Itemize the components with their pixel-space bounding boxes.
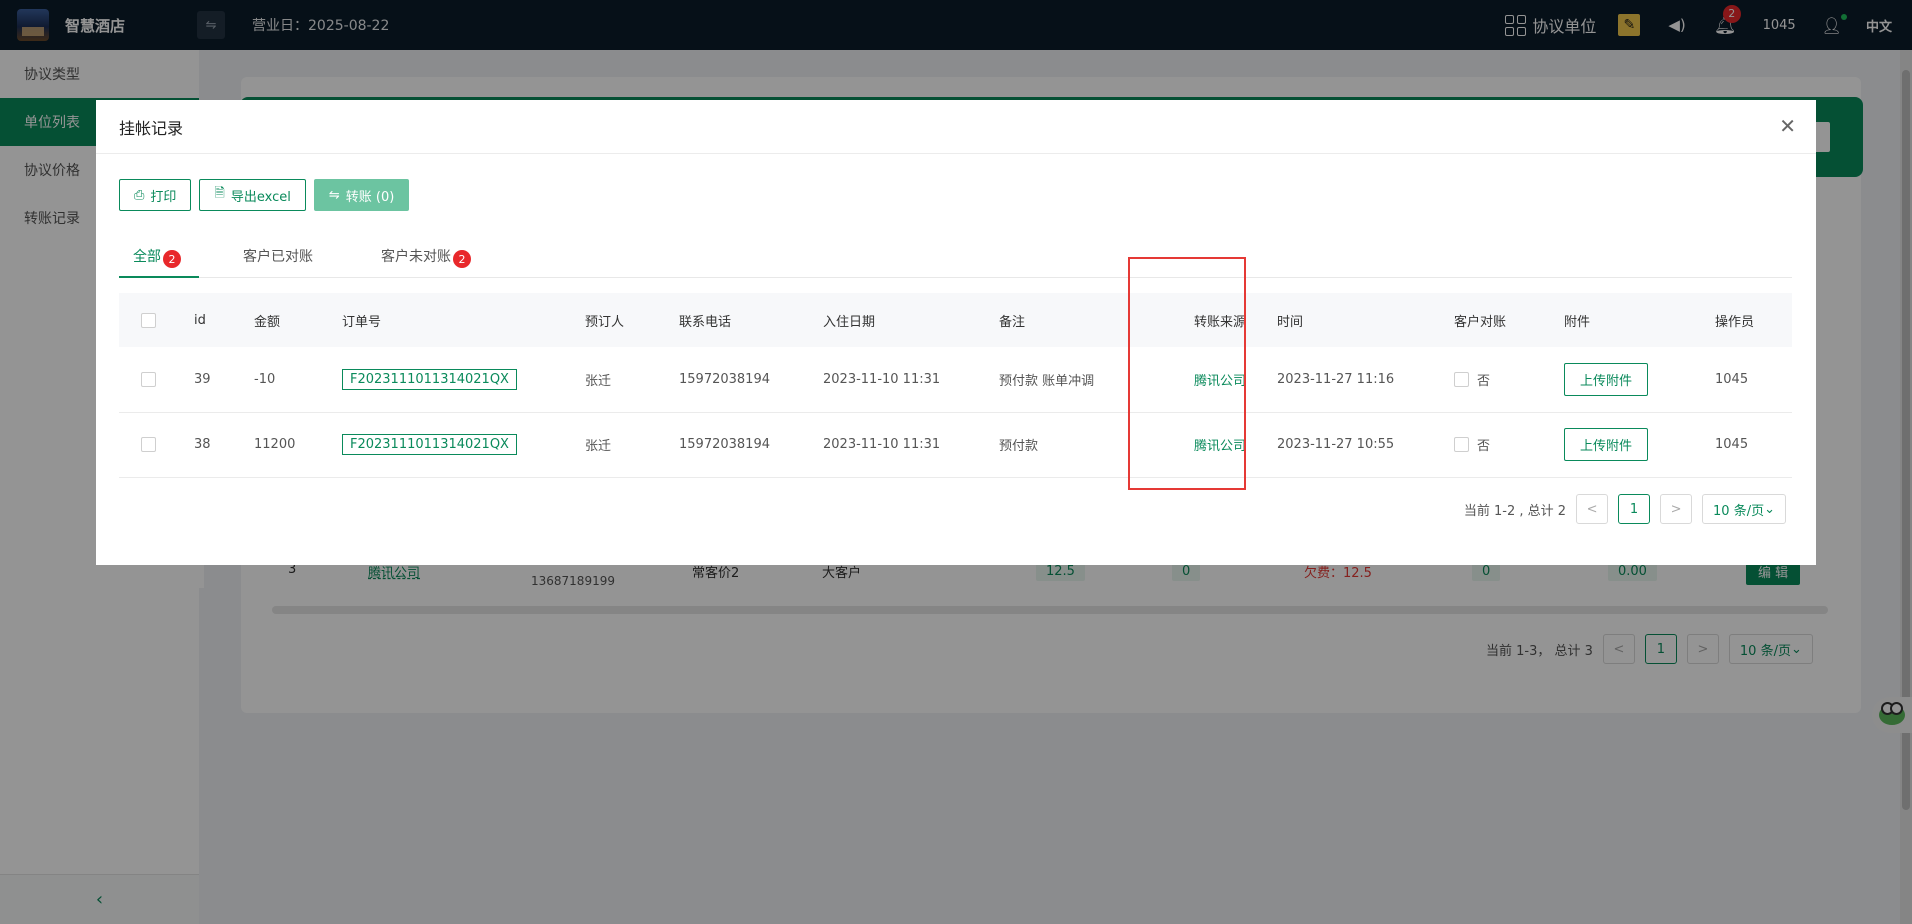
tab-badge: 2 <box>453 250 471 268</box>
export-label: 导出excel <box>230 189 291 205</box>
page-size-label: 10 条/页 <box>1713 503 1765 519</box>
close-icon[interactable]: ✕ <box>1779 116 1796 136</box>
tab-unreconciled[interactable]: 客户未对账 2 <box>381 240 471 278</box>
tab-label: 客户已对账 <box>243 249 313 265</box>
cell-id: 38 <box>194 412 254 478</box>
reconcile-checkbox[interactable] <box>1454 371 1469 387</box>
pager-page-button[interactable]: 1 <box>1618 494 1651 524</box>
cell-phone: 15972038194 <box>679 412 823 478</box>
reconcile-label: 否 <box>1477 373 1491 389</box>
column-header: 客户对账 <box>1454 293 1564 347</box>
tab-reconciled[interactable]: 客户已对账 <box>243 240 313 278</box>
reconcile-label: 否 <box>1477 439 1491 454</box>
cell-checkin: 2023-11-10 11:31 <box>823 347 999 413</box>
cell-id: 39 <box>194 347 254 413</box>
reconcile-checkbox[interactable] <box>1454 437 1469 452</box>
swap-icon: ⇋ <box>328 187 340 203</box>
cell-amount: -10 <box>254 347 342 413</box>
page-size-select[interactable]: 10 条/页 ⌄ <box>1702 494 1786 524</box>
tab-badge: 2 <box>163 250 181 268</box>
cell-amount: 11200 <box>254 412 342 478</box>
table-header-row: id 金额 订单号 预订人 联系电话 入住日期 备注 转账来源 时间 客户对账 … <box>119 293 1792 347</box>
column-header: 操作员 <box>1715 293 1792 347</box>
printer-icon: ⎙ <box>134 187 145 203</box>
cell-time: 2023-11-27 10:55 <box>1277 412 1454 478</box>
column-header: 金额 <box>254 293 342 347</box>
row-checkbox[interactable] <box>141 437 156 452</box>
upload-attachment-button[interactable]: 上传附件 <box>1564 428 1649 461</box>
cell-operator: 1045 <box>1715 347 1792 413</box>
select-all-checkbox[interactable] <box>141 312 156 328</box>
dialog-toolbar: ⎙ 打印 🗎 导出excel ⇋ 转账 (0) <box>119 179 410 211</box>
credit-records-dialog: 挂帐记录 ✕ ⎙ 打印 🗎 导出excel ⇋ 转账 (0) 全部 2 客户已对… <box>96 100 1816 565</box>
column-header: 入住日期 <box>823 293 999 347</box>
dialog-header: 挂帐记录 <box>96 100 1816 154</box>
row-checkbox[interactable] <box>141 371 156 387</box>
column-header: 附件 <box>1564 293 1715 347</box>
records-table: id 金额 订单号 预订人 联系电话 入住日期 备注 转账来源 时间 客户对账 … <box>119 293 1792 478</box>
column-header: 时间 <box>1277 293 1454 347</box>
table-row: 39 -10 F2023111011314021QX 张迁 1597203819… <box>119 347 1792 413</box>
upload-attachment-button[interactable]: 上传附件 <box>1564 362 1649 396</box>
order-number-link[interactable]: F2023111011314021QX <box>342 434 517 455</box>
transfer-label: 转账 (0) <box>345 189 395 205</box>
cell-booker: 张迁 <box>585 412 679 478</box>
print-button[interactable]: ⎙ 打印 <box>119 179 192 211</box>
print-label: 打印 <box>150 189 177 205</box>
tab-label: 客户未对账 <box>381 249 451 265</box>
tab-all[interactable]: 全部 2 <box>119 240 199 278</box>
cell-phone: 15972038194 <box>679 347 823 413</box>
transfer-button[interactable]: ⇋ 转账 (0) <box>313 179 410 211</box>
column-header: 订单号 <box>342 293 585 347</box>
export-excel-button[interactable]: 🗎 导出excel <box>199 179 306 211</box>
pager-summary: 当前 1-2 , 总计 2 <box>1463 503 1567 519</box>
file-icon: 🗎 <box>214 186 225 201</box>
column-header: 联系电话 <box>679 293 823 347</box>
column-header: 预订人 <box>585 293 679 347</box>
tab-label: 全部 <box>133 249 161 265</box>
record-tabs: 全部 2 客户已对账 客户未对账 2 <box>119 240 1792 278</box>
pager-next-button[interactable]: > <box>1660 494 1693 524</box>
dialog-title: 挂帐记录 <box>119 118 184 138</box>
cell-booker: 张迁 <box>585 347 679 413</box>
column-header: id <box>194 293 254 347</box>
cell-checkin: 2023-11-10 11:31 <box>823 412 999 478</box>
table-row: 38 11200 F2023111011314021QX 张迁 15972038… <box>119 412 1792 478</box>
pager-prev-button[interactable]: < <box>1576 494 1609 524</box>
dialog-pagination: 当前 1-2 , 总计 2 < 1 > 10 条/页 ⌄ <box>1464 494 1786 524</box>
order-number-link[interactable]: F2023111011314021QX <box>342 368 517 390</box>
highlight-box <box>1128 257 1246 490</box>
cell-time: 2023-11-27 11:16 <box>1277 347 1454 413</box>
cell-operator: 1045 <box>1715 412 1792 478</box>
